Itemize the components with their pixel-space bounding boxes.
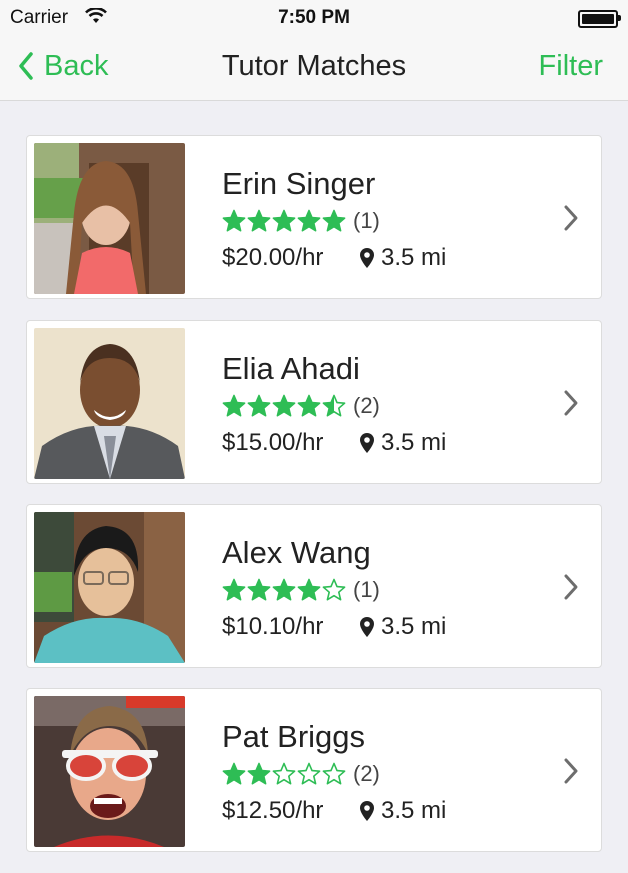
hourly-rate: $20.00/hr: [222, 244, 324, 271]
star-filled-icon: [297, 394, 321, 417]
star-filled-icon: [222, 578, 246, 601]
star-empty-icon: [322, 578, 346, 601]
distance-label: 3.5 mi: [381, 613, 447, 640]
battery-icon: [578, 10, 621, 28]
star-empty-icon: [297, 762, 321, 785]
tutor-photo: [34, 328, 185, 479]
page-title: Tutor Matches: [221, 50, 407, 82]
review-count: (2): [353, 761, 380, 786]
star-filled-icon: [222, 394, 246, 417]
distance: 3.5 mi: [359, 429, 446, 457]
star-filled-icon: [272, 209, 296, 232]
status-bar: Carrier 7:50 PM: [0, 0, 628, 36]
chevron-right-icon: [564, 205, 578, 231]
star-filled-icon: [322, 209, 346, 232]
filter-button[interactable]: Filter: [539, 50, 603, 83]
star-filled-icon: [272, 394, 296, 417]
tutor-photo: [34, 143, 185, 294]
tutor-photo: [34, 696, 185, 847]
location-pin-icon: [360, 617, 374, 637]
star-rating: (1): [222, 577, 380, 603]
star-filled-icon: [247, 578, 271, 601]
star-filled-icon: [247, 209, 271, 232]
distance-label: 3.5 mi: [381, 244, 447, 271]
tutor-card[interactable]: Elia Ahadi (2) $15.00/hr 3.5 mi: [26, 320, 602, 484]
tutor-name: Alex Wang: [222, 535, 371, 570]
star-empty-icon: [322, 762, 346, 785]
distance-label: 3.5 mi: [381, 429, 447, 456]
tutor-photo: [34, 512, 185, 663]
star-half-icon: [322, 394, 346, 417]
star-filled-icon: [272, 578, 296, 601]
tutor-card[interactable]: Pat Briggs (2) $12.50/hr 3.5 mi: [26, 688, 602, 852]
star-empty-icon: [272, 762, 296, 785]
chevron-right-icon: [564, 390, 578, 416]
hourly-rate: $12.50/hr: [222, 797, 324, 824]
tutor-card[interactable]: Alex Wang (1) $10.10/hr 3.5 mi: [26, 504, 602, 668]
star-rating: (1): [222, 208, 380, 234]
hourly-rate: $10.10/hr: [222, 613, 324, 640]
location-pin-icon: [360, 248, 374, 268]
tutor-name: Elia Ahadi: [222, 351, 360, 386]
hourly-rate: $15.00/hr: [222, 429, 324, 456]
tutor-name: Pat Briggs: [222, 719, 366, 754]
location-pin-icon: [360, 433, 374, 453]
review-count: (1): [353, 577, 380, 602]
chevron-right-icon: [564, 758, 578, 784]
chevron-right-icon: [564, 574, 578, 600]
star-rating: (2): [222, 393, 380, 419]
navigation-bar: Back Tutor Matches Filter: [0, 36, 628, 101]
distance: 3.5 mi: [359, 244, 446, 272]
tutor-card[interactable]: Erin Singer (1) $20.00/hr 3.5 mi: [26, 135, 602, 299]
star-filled-icon: [297, 578, 321, 601]
star-filled-icon: [297, 209, 321, 232]
star-filled-icon: [222, 209, 246, 232]
review-count: (1): [353, 208, 380, 233]
star-filled-icon: [247, 762, 271, 785]
clock-label: 7:50 PM: [278, 7, 350, 28]
location-pin-icon: [360, 801, 374, 821]
star-rating: (2): [222, 761, 380, 787]
tutor-name: Erin Singer: [222, 166, 376, 201]
star-filled-icon: [247, 394, 271, 417]
distance: 3.5 mi: [359, 797, 446, 825]
distance-label: 3.5 mi: [381, 797, 447, 824]
star-filled-icon: [222, 762, 246, 785]
distance: 3.5 mi: [359, 613, 446, 641]
review-count: (2): [353, 393, 380, 418]
